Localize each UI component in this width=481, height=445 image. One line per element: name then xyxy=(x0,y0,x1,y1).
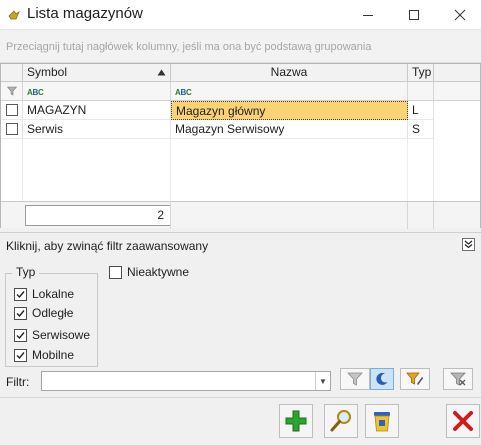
grid-line xyxy=(407,202,408,229)
filter-cell-symbol[interactable]: ABC xyxy=(23,82,171,101)
text-filter-icon: ABC xyxy=(27,88,44,97)
trash-bin-icon xyxy=(374,412,390,432)
checkmark-icon xyxy=(16,290,25,298)
funnel-edit-icon xyxy=(406,372,424,385)
grid-line xyxy=(433,202,434,229)
cell-typ[interactable]: L xyxy=(408,101,434,120)
cell-symbol[interactable]: MAGAZYN xyxy=(23,101,171,120)
checkbox-label: Mobilne xyxy=(32,348,75,362)
double-chevron-down-icon xyxy=(464,240,473,249)
advanced-filter-toggle[interactable]: Kliknij, aby zwinąć filtr zaawansowany xyxy=(6,239,208,253)
plus-icon xyxy=(285,410,307,432)
cell-nazwa[interactable]: Magazyn główny xyxy=(171,101,408,120)
typ-group-legend: Typ xyxy=(12,265,40,279)
checkbox-label: Serwisowe xyxy=(32,328,91,342)
checkbox-serwisowe[interactable]: Serwisowe xyxy=(14,328,90,342)
filter-row-icon-cell xyxy=(1,82,23,101)
header-filler xyxy=(434,64,480,82)
collapse-button[interactable] xyxy=(462,238,475,251)
grid-line xyxy=(433,139,434,201)
checkbox-label: Nieaktywne xyxy=(127,265,190,279)
checkbox-nieaktywne[interactable]: Nieaktywne xyxy=(109,265,189,279)
divider xyxy=(0,232,481,233)
divider xyxy=(0,397,481,398)
column-header-nazwa[interactable]: Nazwa xyxy=(171,64,408,82)
checkbox-label: Odległe xyxy=(32,306,74,320)
checkbox-odlegle[interactable]: Odległe xyxy=(14,306,73,320)
delete-button[interactable] xyxy=(365,404,399,438)
moon-icon xyxy=(376,372,388,385)
moon-toggle-button[interactable] xyxy=(370,368,394,390)
group-by-panel[interactable]: Przeciągnij tutaj nagłówek kolumny, jeśl… xyxy=(0,31,481,63)
magnifier-icon xyxy=(330,410,351,432)
filter-row-filler xyxy=(434,82,480,101)
checkmark-icon xyxy=(16,331,25,339)
record-count: 2 xyxy=(25,205,171,226)
checkmark-icon xyxy=(16,351,25,359)
grid-line xyxy=(170,202,171,229)
maximize-button[interactable] xyxy=(391,0,437,30)
preview-button[interactable] xyxy=(324,404,358,438)
column-header-nazwa-label: Nazwa xyxy=(270,65,308,79)
checkbox-box[interactable] xyxy=(14,287,27,301)
filter-cell-typ[interactable] xyxy=(408,82,434,101)
cell-symbol[interactable]: Serwis xyxy=(23,120,171,139)
funnel-icon xyxy=(6,86,17,96)
row-checkbox[interactable] xyxy=(6,104,18,116)
clear-filter-button[interactable] xyxy=(443,368,473,390)
grid-line xyxy=(170,139,171,201)
edit-filter-button[interactable] xyxy=(400,368,430,390)
close-x-icon xyxy=(453,411,473,431)
grid-line xyxy=(407,139,408,201)
column-header-typ-label: Typ xyxy=(412,65,432,79)
filter-label: Filtr: xyxy=(6,375,30,389)
add-button[interactable] xyxy=(279,404,313,438)
row-checkbox-cell[interactable] xyxy=(1,101,23,120)
checkbox-box[interactable] xyxy=(14,348,27,362)
checkbox-label: Lokalne xyxy=(32,287,75,301)
group-by-hint: Przeciągnij tutaj nagłówek kolumny, jeśl… xyxy=(6,41,372,53)
close-button[interactable] xyxy=(437,0,481,30)
sort-ascending-icon xyxy=(157,69,166,76)
checkmark-icon xyxy=(16,309,25,317)
checkbox-lokalne[interactable]: Lokalne xyxy=(14,287,74,301)
window-title: Lista magazynów xyxy=(27,5,143,22)
grid-line xyxy=(22,139,23,201)
row-checkbox[interactable] xyxy=(6,123,18,135)
filter-cell-nazwa[interactable]: ABC xyxy=(171,82,408,101)
column-header-typ[interactable]: Typ xyxy=(408,64,434,82)
filter-combobox[interactable]: ▼ xyxy=(41,371,331,391)
checkbox-box[interactable] xyxy=(14,306,27,320)
filter-button[interactable] xyxy=(340,368,370,390)
column-header-symbol[interactable]: Symbol xyxy=(23,64,171,82)
app-icon xyxy=(8,10,20,20)
cell-typ[interactable]: S xyxy=(408,120,434,139)
grid-footer: 2 xyxy=(1,201,480,229)
funnel-icon xyxy=(347,372,363,386)
text-filter-icon: ABC xyxy=(175,88,192,97)
title-bar: Lista magazynów xyxy=(0,0,481,30)
cancel-button[interactable] xyxy=(446,404,480,438)
header-indicator xyxy=(1,64,23,82)
checkbox-box[interactable] xyxy=(109,265,122,279)
funnel-clear-icon xyxy=(450,372,466,386)
row-checkbox-cell[interactable] xyxy=(1,120,23,139)
warehouse-grid: Symbol Nazwa Typ ABC ABC MAGAZYN Magazyn… xyxy=(0,63,481,229)
dropdown-arrow-icon[interactable]: ▼ xyxy=(315,372,330,390)
minimize-button[interactable] xyxy=(345,0,391,30)
cell-nazwa[interactable]: Magazyn Serwisowy xyxy=(171,120,408,139)
column-header-symbol-label: Symbol xyxy=(27,65,68,79)
checkbox-box[interactable] xyxy=(14,328,27,342)
checkbox-mobilne[interactable]: Mobilne xyxy=(14,348,74,362)
